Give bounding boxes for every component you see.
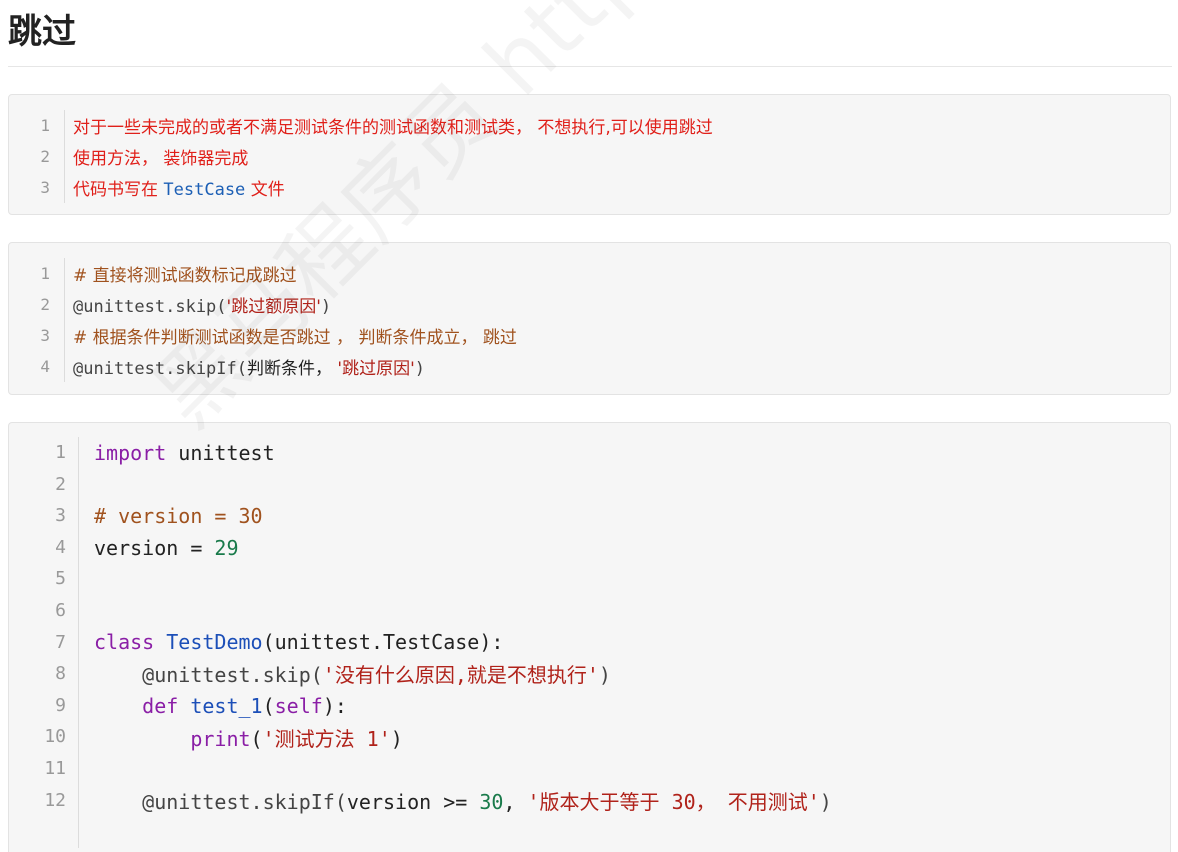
inline-code: TestCase: [163, 180, 246, 200]
code-line: 11: [9, 752, 1170, 785]
line-text: @unittest.skip('跳过额原因'): [65, 292, 331, 317]
paren: (: [250, 726, 263, 751]
code-line: 5: [9, 563, 1170, 595]
function-name: test_1: [190, 693, 263, 718]
string-literal: '版本大于等于 30， 不用测试': [527, 789, 820, 814]
paren: ): [819, 789, 832, 814]
line-number: 4: [9, 351, 65, 382]
decorator: @unittest.skip(: [73, 297, 227, 317]
code-line: [9, 816, 1170, 848]
paren: ): [598, 663, 611, 688]
line-number: 2: [9, 141, 65, 172]
code-line: 4 version = 29: [9, 531, 1170, 564]
base-class: (unittest.TestCase):: [262, 630, 504, 655]
line-text: 代码书写在 TestCase 文件: [65, 175, 285, 200]
code-line: 1 对于一些未完成的或者不满足测试条件的测试函数和测试类， 不想执行,可以使用跳…: [9, 110, 1170, 141]
line-text: @unittest.skip('没有什么原因,就是不想执行'): [79, 659, 611, 688]
number-literal: 29: [214, 535, 239, 560]
decorator: @unittest.skip(: [142, 663, 323, 688]
line-number: 12: [9, 784, 79, 817]
line-text: @unittest.skipIf(version >= 30, '版本大于等于 …: [79, 786, 832, 815]
python-code-block: 1 import unittest 2 3 # version = 30 4 v…: [8, 422, 1171, 852]
line-number: 8: [9, 658, 79, 690]
code-line: 10 print('测试方法 1'): [9, 721, 1170, 753]
number-literal: 30: [479, 789, 504, 814]
decorator: @unittest.skipIf(: [73, 359, 247, 379]
line-number: 3: [9, 172, 65, 203]
identifier: unittest: [166, 440, 275, 465]
line-number: [9, 816, 79, 848]
line-text: 对于一些未完成的或者不满足测试条件的测试函数和测试类， 不想执行,可以使用跳过: [73, 118, 713, 138]
line-text: @unittest.skipIf(判断条件， '跳过原因'): [65, 354, 425, 379]
assignment: version =: [94, 535, 215, 560]
description-code-block: 1 对于一些未完成的或者不满足测试条件的测试函数和测试类， 不想执行,可以使用跳…: [8, 94, 1171, 215]
line-number: 3: [9, 320, 65, 351]
paren: ): [414, 359, 426, 379]
line-number: 2: [9, 289, 65, 320]
line-number: 1: [9, 437, 79, 469]
string-literal: '跳过额原因': [226, 297, 321, 317]
code-line: 6: [9, 594, 1170, 627]
self-param: self: [274, 693, 323, 718]
code-line: 3 # version = 30: [9, 500, 1170, 532]
line-number: 6: [9, 594, 79, 627]
line-number: 4: [9, 531, 79, 564]
paren: ):: [322, 693, 347, 718]
keyword: class: [94, 630, 167, 655]
line-number: 10: [9, 721, 79, 753]
decorator: @unittest.skipIf(: [142, 789, 347, 814]
paren: ): [390, 726, 403, 751]
keyword: def: [142, 693, 191, 718]
line-text: 使用方法， 装饰器完成: [73, 149, 249, 169]
condition: version >=: [346, 789, 480, 814]
paren: ): [320, 297, 332, 317]
condition: 判断条件，: [247, 359, 338, 379]
line-number: 3: [9, 500, 79, 532]
code-line: 3 代码书写在 TestCase 文件: [9, 172, 1170, 203]
line-number: 1: [9, 110, 65, 141]
line-number: 2: [9, 468, 79, 501]
line-number: 9: [9, 689, 79, 722]
line-prefix: 代码书写在: [73, 180, 164, 200]
heading-divider: [8, 66, 1172, 67]
code-line: 9 def test_1(self):: [9, 689, 1170, 722]
line-number: 5: [9, 563, 79, 595]
code-line: 12 @unittest.skipIf(version >= 30, '版本大于…: [9, 784, 1170, 817]
line-number: 1: [9, 258, 65, 289]
string-literal: '没有什么原因,就是不想执行': [322, 663, 599, 688]
code-line: 4 @unittest.skipIf(判断条件， '跳过原因'): [9, 351, 1170, 382]
decorator-code-block: 1 # 直接将测试函数标记成跳过 2 @unittest.skip('跳过额原因…: [8, 242, 1171, 395]
class-name: TestDemo: [166, 630, 263, 655]
string-literal: '测试方法 1': [262, 726, 391, 751]
line-number: 11: [9, 752, 79, 785]
line-suffix: 文件: [245, 180, 285, 200]
page-heading: 跳过: [8, 12, 76, 52]
code-line: 7 class TestDemo(unittest.TestCase):: [9, 626, 1170, 659]
line-text: import unittest: [79, 441, 275, 465]
code-line: 8 @unittest.skip('没有什么原因,就是不想执行'): [9, 658, 1170, 690]
line-text: version = 29: [79, 536, 239, 560]
line-text: def test_1(self):: [79, 694, 347, 718]
string-literal: '跳过原因': [337, 359, 415, 379]
code-line: 3 # 根据条件判断测试函数是否跳过 ， 判断条件成立， 跳过: [9, 320, 1170, 351]
line-number: 7: [9, 626, 79, 659]
code-line: 2 使用方法， 装饰器完成: [9, 141, 1170, 172]
code-line: 2 @unittest.skip('跳过额原因'): [9, 289, 1170, 320]
comment: # 直接将测试函数标记成跳过: [73, 266, 297, 286]
line-text: class TestDemo(unittest.TestCase):: [79, 630, 503, 654]
builtin: print: [190, 726, 251, 751]
comma: ,: [503, 789, 528, 814]
line-text: print('测试方法 1'): [79, 723, 403, 752]
comment: # 根据条件判断测试函数是否跳过 ， 判断条件成立， 跳过: [73, 328, 517, 348]
comment: # version = 30: [94, 503, 263, 528]
code-line: 2: [9, 468, 1170, 501]
paren: (: [262, 693, 275, 718]
code-line: 1 import unittest: [9, 437, 1170, 469]
keyword: import: [94, 440, 167, 465]
code-line: 1 # 直接将测试函数标记成跳过: [9, 258, 1170, 289]
